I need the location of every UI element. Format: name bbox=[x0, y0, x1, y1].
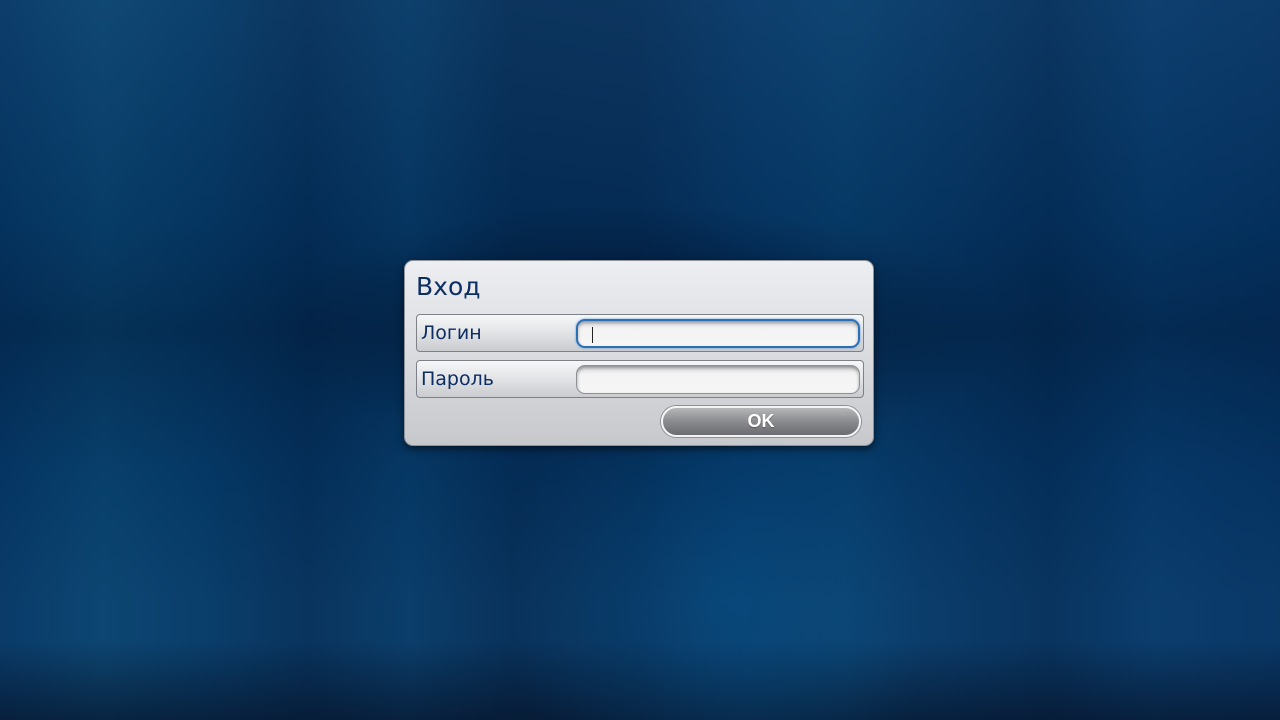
password-input[interactable] bbox=[576, 365, 860, 394]
ok-button[interactable]: OK bbox=[661, 406, 861, 437]
login-row: Логин bbox=[416, 314, 864, 352]
password-label: Пароль bbox=[421, 368, 494, 390]
login-input[interactable] bbox=[578, 321, 858, 346]
text-caret bbox=[592, 327, 593, 343]
login-field-wrapper[interactable] bbox=[576, 319, 860, 348]
login-label: Логин bbox=[421, 322, 482, 344]
dialog-title: Вход bbox=[416, 272, 481, 301]
password-row: Пароль bbox=[416, 360, 864, 398]
login-dialog: Вход Логин Пароль OK bbox=[404, 260, 874, 446]
